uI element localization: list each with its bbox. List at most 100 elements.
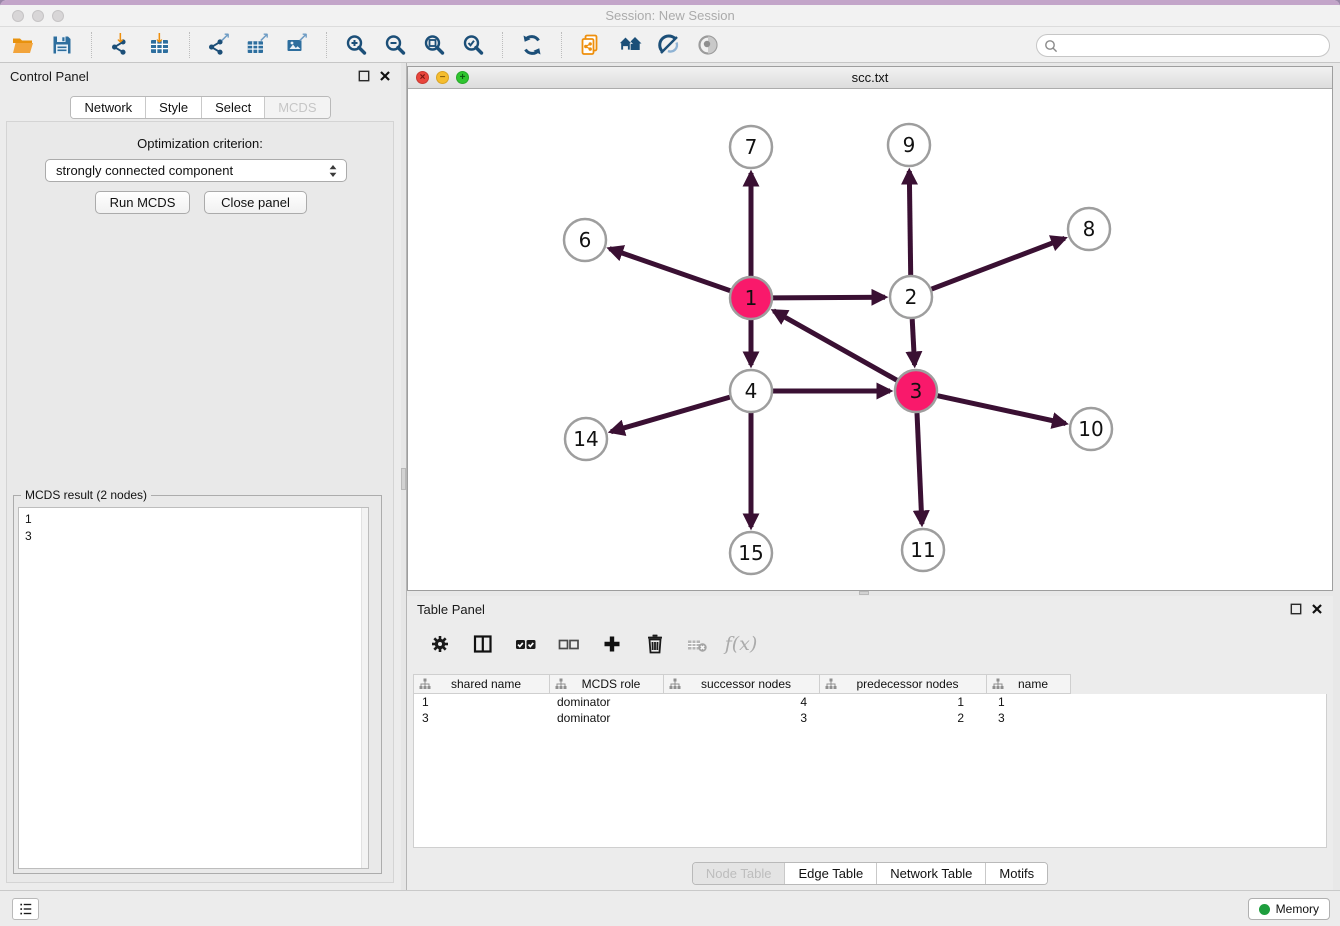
graph-edge-2-3[interactable]: [912, 319, 914, 365]
network-canvas[interactable]: 7 9 6 8 1 2 4 3 14 10 15 11: [408, 89, 1332, 590]
graph-node-15[interactable]: 15: [730, 532, 772, 574]
network-window-titlebar[interactable]: ×−+ scc.txt: [408, 67, 1332, 89]
zoom-in-button[interactable]: [343, 32, 369, 58]
graph-edge-3-10[interactable]: [938, 396, 1066, 424]
memory-button[interactable]: Memory: [1248, 898, 1330, 920]
hierarchy-icon: [555, 678, 567, 690]
export-network-button[interactable]: ↗: [206, 32, 232, 58]
svg-text:3: 3: [910, 379, 923, 403]
open-session-button[interactable]: [10, 32, 36, 58]
export-image-button[interactable]: ↗: [284, 32, 310, 58]
mcds-panel: Optimization criterion: strongly connect…: [6, 121, 394, 883]
cell-predecessor-nodes[interactable]: 2: [821, 710, 988, 726]
export-table-button[interactable]: ↗: [245, 32, 271, 58]
table-body: 1dominator4113dominator323: [413, 694, 1327, 848]
graph-edge-2-8[interactable]: [932, 238, 1065, 289]
run-mcds-button[interactable]: Run MCDS: [95, 191, 190, 214]
graph-node-11[interactable]: 11: [902, 529, 944, 571]
network-from-file-button[interactable]: [578, 32, 604, 58]
control-panel-title: Control Panel: [10, 69, 89, 84]
tab-network[interactable]: Network: [71, 97, 145, 118]
network-view-window: ×−+ scc.txt 7 9 6 8 1 2 4 3 14 10 15 11: [407, 66, 1333, 591]
criterion-select[interactable]: strongly connected component: [45, 159, 347, 182]
table-panel-tabs: Node TableEdge TableNetwork TableMotifs: [692, 862, 1048, 885]
search-box[interactable]: [1036, 34, 1330, 57]
toggle-bird-eye-button[interactable]: [695, 32, 721, 58]
graph-node-14[interactable]: 14: [565, 418, 607, 460]
cell-shared-name[interactable]: 1: [414, 694, 551, 710]
hierarchy-icon: [669, 678, 681, 690]
graph-node-1[interactable]: 1: [730, 277, 772, 319]
graph-node-6[interactable]: 6: [564, 219, 606, 261]
import-table-button[interactable]: ↓: [147, 32, 173, 58]
close-control-panel-button[interactable]: [379, 70, 391, 82]
graph-node-2[interactable]: 2: [890, 276, 932, 318]
graph-node-8[interactable]: 8: [1068, 208, 1110, 250]
tab-motifs[interactable]: Motifs: [985, 863, 1047, 884]
refresh-view-button[interactable]: [519, 32, 545, 58]
cell-mcds-role[interactable]: dominator: [551, 710, 665, 726]
tab-network-table[interactable]: Network Table: [876, 863, 985, 884]
table-row-0[interactable]: 1dominator411: [414, 694, 1326, 710]
cell-name[interactable]: 1: [988, 694, 1072, 710]
graph-node-10[interactable]: 10: [1070, 408, 1112, 450]
table-options-button[interactable]: [427, 631, 453, 657]
column-header-shared-name[interactable]: shared name: [413, 674, 550, 694]
close-table-panel-button[interactable]: [1311, 603, 1323, 615]
svg-text:15: 15: [738, 541, 763, 565]
zoom-out-button[interactable]: [382, 32, 408, 58]
cell-mcds-role[interactable]: dominator: [551, 694, 665, 710]
tab-mcds[interactable]: MCDS: [264, 97, 329, 118]
show-columns-button[interactable]: [470, 631, 496, 657]
mcds-result-textarea[interactable]: 1 3: [18, 507, 369, 869]
float-control-panel-button[interactable]: [358, 70, 370, 82]
deselect-all-columns-button[interactable]: [556, 631, 582, 657]
search-input[interactable]: [1062, 37, 1329, 55]
cell-successor-nodes[interactable]: 4: [665, 694, 821, 710]
import-network-button[interactable]: ↓: [108, 32, 134, 58]
column-header-name[interactable]: name: [987, 674, 1071, 694]
graph-node-9[interactable]: 9: [888, 124, 930, 166]
tab-edge-table[interactable]: Edge Table: [784, 863, 876, 884]
create-column-button[interactable]: [599, 631, 625, 657]
splitter-handle[interactable]: [859, 591, 869, 595]
tab-select[interactable]: Select: [201, 97, 264, 118]
graph-edge-2-9[interactable]: [909, 171, 910, 275]
graph-edge-3-1[interactable]: [774, 311, 897, 380]
cell-successor-nodes[interactable]: 3: [665, 710, 821, 726]
delete-table-button: [685, 631, 711, 657]
session-title: Session: New Session: [0, 8, 1340, 23]
cell-shared-name[interactable]: 3: [414, 710, 551, 726]
column-header-successor-nodes[interactable]: successor nodes: [664, 674, 820, 694]
graph-edge-1-2[interactable]: [773, 297, 885, 298]
column-header-mcds-role[interactable]: MCDS role: [550, 674, 664, 694]
column-header-predecessor-nodes[interactable]: predecessor nodes: [820, 674, 987, 694]
chevron-up-down-icon: [328, 163, 338, 179]
cell-name[interactable]: 3: [988, 710, 1072, 726]
graph-edge-3-11[interactable]: [917, 413, 922, 524]
float-table-panel-button[interactable]: [1290, 603, 1302, 615]
select-all-columns-button[interactable]: [513, 631, 539, 657]
save-session-button[interactable]: [49, 32, 75, 58]
apply-layout-button[interactable]: [617, 32, 643, 58]
table-row-1[interactable]: 3dominator323: [414, 710, 1326, 726]
task-history-button[interactable]: [12, 898, 39, 920]
cell-predecessor-nodes[interactable]: 1: [821, 694, 988, 710]
splitter-handle[interactable]: [401, 468, 406, 490]
graph-edge-4-14[interactable]: [611, 397, 730, 432]
tab-style[interactable]: Style: [145, 97, 201, 118]
close-panel-button[interactable]: Close panel: [204, 191, 307, 214]
status-bar: Memory: [0, 890, 1340, 926]
show-graphics-details-button[interactable]: [656, 32, 682, 58]
graph-node-4[interactable]: 4: [730, 370, 772, 412]
main-titlebar: Session: New Session: [0, 5, 1340, 27]
graph-node-7[interactable]: 7: [730, 126, 772, 168]
mcds-result-title: MCDS result (2 nodes): [21, 488, 151, 502]
delete-column-button[interactable]: [642, 631, 668, 657]
graph-node-3[interactable]: 3: [895, 370, 937, 412]
tab-node-table[interactable]: Node Table: [693, 863, 785, 884]
graph-edge-1-6[interactable]: [610, 249, 731, 291]
result-scrollbar[interactable]: [361, 508, 368, 868]
zoom-fit-button[interactable]: [421, 32, 447, 58]
zoom-selected-button[interactable]: [460, 32, 486, 58]
